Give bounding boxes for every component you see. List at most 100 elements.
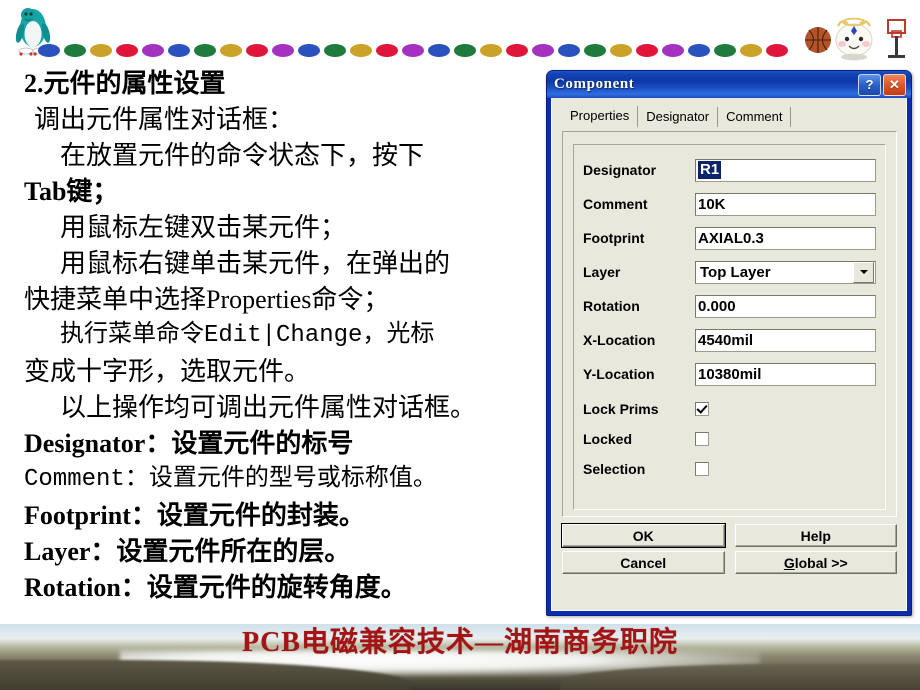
field-row: Designator R1 xyxy=(583,156,876,184)
checkbox-label: Locked xyxy=(583,431,633,447)
decorative-dot xyxy=(376,43,398,57)
field-list: Designator R1 Comment 10K Footprint AXIAL0.3 L… xyxy=(583,156,876,388)
decorative-dot xyxy=(740,43,762,57)
decorative-dot xyxy=(350,43,372,57)
decorative-dot xyxy=(142,43,164,57)
dialog-title: Component xyxy=(554,76,635,92)
cancel-button[interactable]: Cancel xyxy=(562,551,725,574)
field-label: Layer xyxy=(583,264,621,280)
input-footprint[interactable]: AXIAL0.3 xyxy=(695,226,876,250)
dialog-button-bar: OK Help Cancel Global >> xyxy=(561,523,897,574)
component-dialog: Component ? ✕ Properties Designator Commen… xyxy=(546,70,912,616)
decorative-dot xyxy=(766,43,788,57)
help-button[interactable]: Help xyxy=(734,524,897,547)
field-label: Y-Location xyxy=(583,366,655,382)
chevron-down-icon[interactable] xyxy=(853,261,874,283)
checkbox-label: Selection xyxy=(583,461,646,477)
checkbox-lock-prims[interactable] xyxy=(695,402,709,416)
body-text-line: 执行菜单命令Edit|Change，光标 xyxy=(60,322,435,349)
field-label: Comment xyxy=(583,196,648,212)
checkbox-list: Lock Prims Locked Selection xyxy=(583,394,876,484)
field-row: X-Location 4540mil xyxy=(583,326,876,354)
titlebar-button-group: ? ✕ xyxy=(858,73,909,96)
checkbox-selection[interactable] xyxy=(695,462,709,476)
field-row: Layer Top Layer xyxy=(583,258,876,286)
body-text-line: 快捷菜单中选择Properties命令； xyxy=(24,285,390,314)
decorative-dot xyxy=(714,43,736,57)
input-value: 10380mil xyxy=(698,365,762,383)
decorative-dot xyxy=(324,43,346,57)
decorative-dot xyxy=(610,43,632,57)
properties-inner-group: Designator R1 Comment 10K Footprint AXIAL0.3 L… xyxy=(573,144,886,510)
body-text-line: Rotation：设置元件的旋转角度。 xyxy=(24,573,407,602)
body-text-line: 调出元件属性对话框： xyxy=(34,105,295,134)
decorative-dot xyxy=(116,43,138,57)
body-text-line: 用鼠标右键单击某元件，在弹出的 xyxy=(60,249,451,278)
tab-comment[interactable]: Comment xyxy=(718,107,792,127)
input-value: AXIAL0.3 xyxy=(698,229,764,247)
body-text-line: 以上操作均可调出元件属性对话框。 xyxy=(60,393,477,422)
decorative-dot xyxy=(688,43,710,57)
input-y-location[interactable]: 10380mil xyxy=(695,362,876,386)
checkbox-row: Locked xyxy=(583,424,876,454)
global-button[interactable]: Global >> xyxy=(734,551,897,574)
field-row: Footprint AXIAL0.3 xyxy=(583,224,876,252)
field-row: Y-Location 10380mil xyxy=(583,360,876,388)
decorative-dot xyxy=(506,43,528,57)
tab-properties[interactable]: Properties xyxy=(562,106,639,128)
select-layer[interactable]: Top Layer xyxy=(695,260,876,284)
help-icon[interactable]: ? xyxy=(858,73,881,96)
decorative-dot xyxy=(454,43,476,57)
field-label: Rotation xyxy=(583,298,640,314)
ok-button[interactable]: OK xyxy=(561,523,726,548)
decorative-dot xyxy=(64,43,86,57)
slide-canvas: 2.元件的属性设置调出元件属性对话框： 在放置元件的命令状态下，按下 Tab键； 用鼠… xyxy=(0,0,920,690)
decorative-dot xyxy=(532,43,554,57)
dialog-tabs: Properties Designator Comment xyxy=(562,106,899,128)
checkbox-row: Lock Prims xyxy=(583,394,876,424)
body-text-line: 2.元件的属性设置 xyxy=(24,69,226,98)
decorative-dot xyxy=(90,43,112,57)
footer-title: PCB电磁兼容技术—湖南商务职院 xyxy=(241,627,678,658)
input-rotation[interactable]: 0.000 xyxy=(695,294,876,318)
decorative-dot xyxy=(246,43,268,57)
checkbox-locked[interactable] xyxy=(695,432,709,446)
checkbox-row: Selection xyxy=(583,454,876,484)
input-value: 0.000 xyxy=(698,297,736,315)
slide-body-text: 2.元件的属性设置调出元件属性对话框： 在放置元件的命令状态下，按下 Tab键； 用鼠… xyxy=(24,66,554,606)
input-value: 10K xyxy=(698,195,726,213)
body-text-line: 在放置元件的命令状态下，按下 xyxy=(60,141,425,170)
body-text-line: 变成十字形，选取元件。 xyxy=(24,357,311,386)
close-icon[interactable]: ✕ xyxy=(883,73,906,96)
input-selected-text: R1 xyxy=(698,161,722,179)
dialog-body: Properties Designator Comment Designator R1… xyxy=(551,98,907,611)
decorative-dot xyxy=(220,43,242,57)
field-row: Rotation 0.000 xyxy=(583,292,876,320)
tab-designator[interactable]: Designator xyxy=(638,107,719,127)
chevron-down-glyph xyxy=(859,270,868,274)
field-row: Comment 10K xyxy=(583,190,876,218)
body-text-line: Tab键； xyxy=(24,177,119,206)
field-label: Designator xyxy=(583,162,657,178)
body-text-line: 用鼠标左键双击某元件； xyxy=(60,213,347,242)
decorative-dot xyxy=(38,43,60,57)
dialog-titlebar[interactable]: Component ? ✕ xyxy=(547,71,911,98)
body-text-line: Footprint：设置元件的封装。 xyxy=(24,501,365,530)
body-text-line: Comment：设置元件的型号或标称值。 xyxy=(24,466,437,493)
body-text-line: Layer：设置元件所在的层。 xyxy=(24,537,351,566)
decorative-dot xyxy=(662,43,684,57)
basketball-mascot-icon xyxy=(805,17,906,61)
decorative-dot xyxy=(636,43,658,57)
decorative-dot xyxy=(558,43,580,57)
field-label: Footprint xyxy=(583,230,645,246)
input-comment[interactable]: 10K xyxy=(695,192,876,216)
field-label: X-Location xyxy=(583,332,656,348)
select-value: Top Layer xyxy=(700,263,771,281)
decorative-dot xyxy=(480,43,502,57)
body-text-line: Designator：设置元件的标号 xyxy=(24,429,354,458)
decorative-dot xyxy=(272,43,294,57)
decorative-dot xyxy=(298,43,320,57)
input-x-location[interactable]: 4540mil xyxy=(695,328,876,352)
input-designator[interactable]: R1 xyxy=(695,158,876,182)
decorative-dot xyxy=(402,43,424,57)
